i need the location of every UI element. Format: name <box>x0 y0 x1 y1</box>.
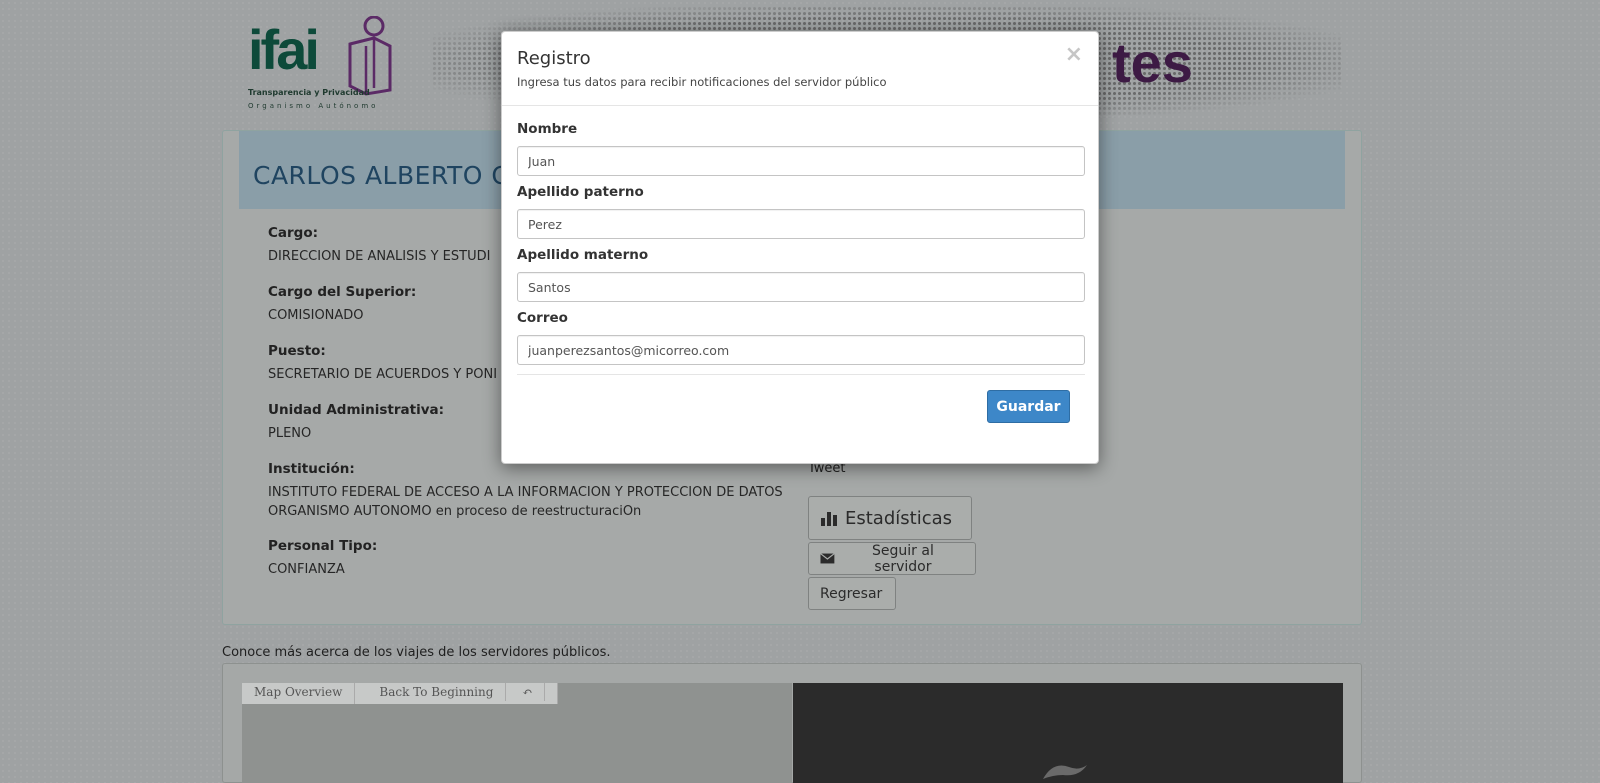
apellido-paterno-label: Apellido paterno <box>517 184 644 200</box>
close-icon[interactable]: × <box>1065 44 1083 66</box>
nombre-group: Nombre <box>517 121 1085 176</box>
correo-input[interactable] <box>517 335 1085 365</box>
apellido-materno-label: Apellido materno <box>517 247 649 263</box>
modal-title: Registro <box>517 48 591 69</box>
apellido-paterno-input[interactable] <box>517 209 1085 239</box>
modal-subtitle: Ingresa tus datos para recibir notificac… <box>517 75 887 89</box>
correo-label: Correo <box>517 310 568 326</box>
apellido-materno-input[interactable] <box>517 272 1085 302</box>
apellido-paterno-group: Apellido paterno <box>517 184 1085 239</box>
correo-group: Correo <box>517 310 1085 365</box>
modal-divider <box>517 374 1085 375</box>
registration-modal: Registro Ingresa tus datos para recibir … <box>501 31 1099 464</box>
apellido-materno-group: Apellido materno <box>517 247 1085 302</box>
save-button[interactable]: Guardar <box>987 390 1070 423</box>
modal-header: Registro Ingresa tus datos para recibir … <box>502 32 1098 106</box>
nombre-label: Nombre <box>517 121 578 137</box>
nombre-input[interactable] <box>517 146 1085 176</box>
